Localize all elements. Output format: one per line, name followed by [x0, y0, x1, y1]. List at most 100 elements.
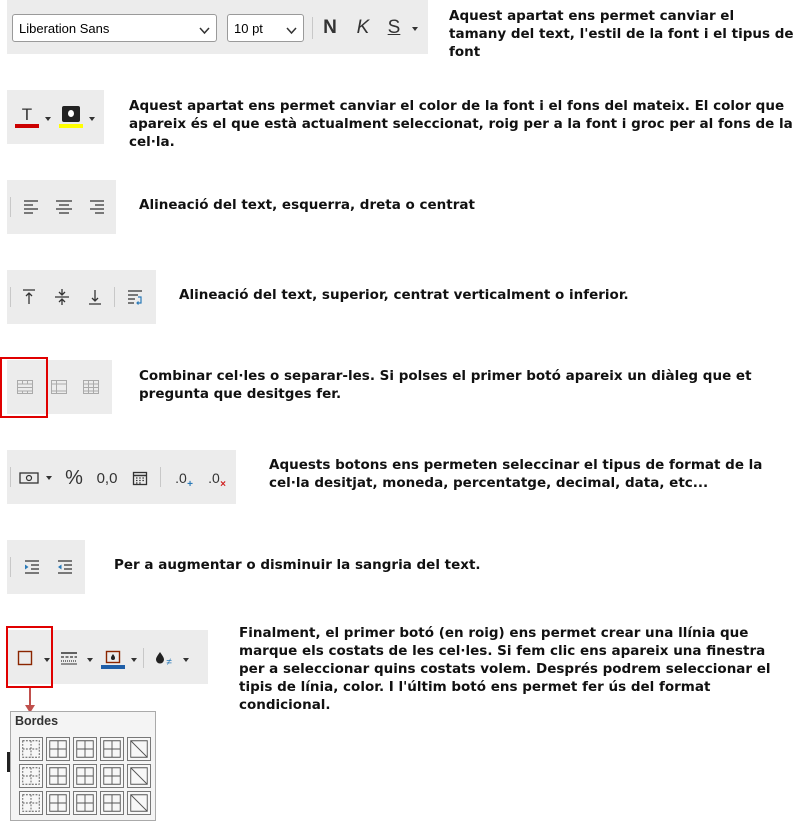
decrease-indent-button[interactable]: [52, 556, 78, 578]
line-style-icon: [61, 652, 77, 665]
split-cells-icon: [83, 380, 99, 394]
merge-description: Combinar cel·les o separar-les. Si polse…: [139, 368, 752, 402]
highlight-color-dropdown-arrow[interactable]: [89, 117, 95, 121]
border-option[interactable]: [127, 764, 151, 788]
not-equal-icon: ≠: [166, 656, 172, 668]
align-right-icon: [90, 200, 104, 214]
border-option[interactable]: [100, 737, 124, 761]
font-size-combo[interactable]: 10 pt: [227, 14, 304, 42]
align-middle-button[interactable]: [50, 286, 74, 308]
separator: [143, 648, 144, 668]
percent-icon: %: [65, 466, 83, 489]
font-description: Aquest apartat ens permet canviar el tam…: [449, 8, 794, 60]
separator: [10, 287, 11, 307]
border-color-swatch: [101, 664, 125, 669]
border-option[interactable]: [46, 791, 70, 815]
bold-button[interactable]: N: [318, 14, 342, 42]
border-option[interactable]: [46, 737, 70, 761]
increase-indent-button[interactable]: [19, 556, 45, 578]
font-name-value: Liberation Sans: [19, 20, 110, 36]
decimal-format-button[interactable]: 0,0: [94, 466, 120, 490]
chevron-down-icon: [199, 23, 210, 38]
align-left-icon: [24, 200, 38, 214]
currency-format-button[interactable]: [16, 467, 42, 489]
merge-cells-button[interactable]: [46, 376, 72, 398]
remove-decimal-icon: .0: [208, 470, 220, 486]
remove-decimal-button[interactable]: .0 ×: [200, 466, 228, 490]
align-middle-icon: [55, 289, 69, 305]
separator: [10, 557, 11, 577]
border-option[interactable]: [73, 737, 97, 761]
font-size-value: 10 pt: [234, 20, 263, 36]
align-top-button[interactable]: [17, 286, 41, 308]
increase-indent-icon: [25, 560, 39, 574]
italic-button[interactable]: K: [351, 14, 375, 42]
align-left-button[interactable]: [19, 196, 43, 218]
calendar-icon: [132, 471, 148, 486]
underline-dropdown-arrow[interactable]: [412, 27, 418, 31]
border-color-dropdown-arrow[interactable]: [131, 658, 137, 662]
indent-description: Per a augmentar o disminuir la sangria d…: [114, 557, 481, 573]
conditional-format-button[interactable]: ≠: [150, 646, 176, 670]
merge-highlight-box: [0, 357, 48, 418]
plus-icon: +: [187, 479, 193, 490]
chevron-down-icon: [286, 23, 297, 38]
horizontal-align-description: Alineació del text, esquerra, dreta o ce…: [139, 197, 475, 213]
font-color-swatch: [15, 124, 39, 128]
wrap-text-button[interactable]: [123, 286, 147, 308]
italic-icon: K: [356, 17, 370, 38]
border-style-button[interactable]: [57, 646, 81, 670]
border-option[interactable]: [73, 791, 97, 815]
underline-icon: S: [387, 17, 401, 38]
date-format-button[interactable]: [127, 467, 153, 489]
popup-title: Bordes: [15, 714, 59, 728]
border-option[interactable]: [127, 791, 151, 815]
align-center-icon: [56, 200, 72, 214]
add-decimal-button[interactable]: .0 +: [167, 466, 195, 490]
separator: [10, 197, 11, 217]
border-option[interactable]: [73, 764, 97, 788]
decrease-indent-icon: [58, 560, 72, 574]
border-option[interactable]: [127, 737, 151, 761]
underline-button[interactable]: S: [382, 14, 406, 42]
align-top-icon: [23, 289, 35, 304]
number-format-description: Aquests botons ens permeten seleccinar e…: [269, 457, 763, 491]
separator: [10, 467, 11, 487]
separator: [114, 287, 115, 307]
align-center-button[interactable]: [52, 196, 76, 218]
align-right-button[interactable]: [85, 196, 109, 218]
border-option[interactable]: [46, 764, 70, 788]
borders-highlight-box: [6, 626, 53, 688]
font-color-dropdown-arrow[interactable]: [45, 117, 51, 121]
border-option[interactable]: [19, 764, 43, 788]
highlight-color-swatch: [59, 124, 83, 128]
currency-icon: [19, 472, 39, 484]
font-color-button[interactable]: T: [13, 104, 41, 130]
vertical-align-description: Alineació del text, superior, centrat ve…: [179, 287, 629, 303]
highlight-fill-icon: [62, 106, 80, 122]
border-option[interactable]: [100, 791, 124, 815]
align-bottom-button[interactable]: [83, 286, 107, 308]
percent-format-button[interactable]: %: [61, 466, 87, 490]
font-name-combo[interactable]: Liberation Sans: [12, 14, 217, 42]
selection-marker: [7, 752, 10, 772]
border-color-button[interactable]: [99, 646, 127, 672]
separator: [160, 467, 161, 487]
conditional-format-dropdown-arrow[interactable]: [183, 658, 189, 662]
font-color-icon: T: [21, 105, 33, 124]
border-style-dropdown-arrow[interactable]: [87, 658, 93, 662]
border-option[interactable]: [100, 764, 124, 788]
currency-dropdown-arrow[interactable]: [46, 476, 52, 480]
highlight-color-button[interactable]: [57, 104, 85, 130]
color-description: Aquest apartat ens permet canviar el col…: [129, 98, 793, 150]
border-color-icon: [105, 650, 121, 663]
add-decimal-icon: .0: [175, 470, 187, 486]
merge-icon: [51, 380, 67, 394]
border-option[interactable]: [19, 791, 43, 815]
unmerge-cells-button[interactable]: [78, 376, 104, 398]
border-option[interactable]: [19, 737, 43, 761]
separator: [312, 17, 313, 39]
align-bottom-icon: [89, 290, 101, 305]
border-options-grid: [19, 737, 151, 815]
bold-icon: N: [323, 17, 337, 38]
